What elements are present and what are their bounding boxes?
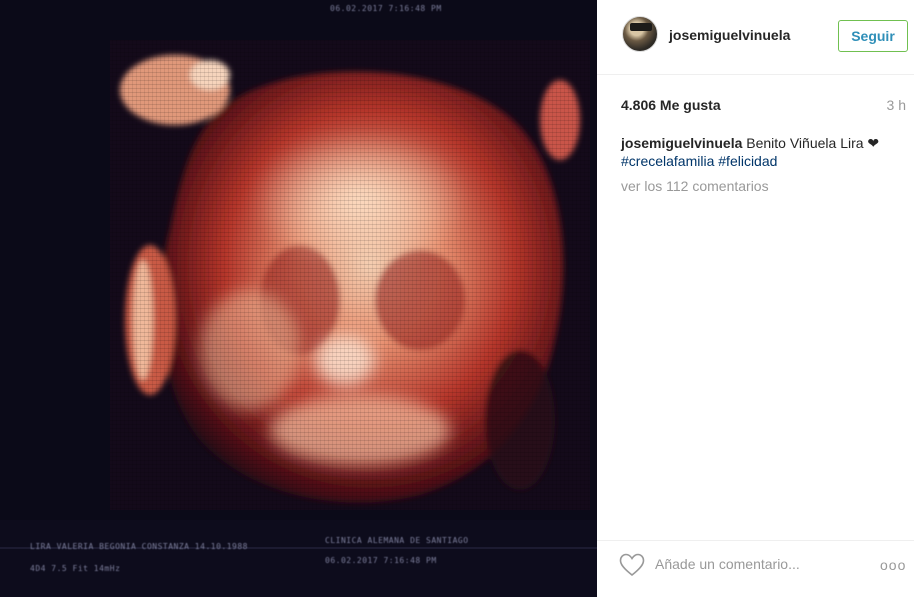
caption: josemiguelvinuela Benito Viñuela Lira ❤ … bbox=[621, 134, 906, 170]
hashtag-felicidad[interactable]: #felicidad bbox=[718, 153, 777, 169]
more-options-icon[interactable]: ooo bbox=[880, 557, 906, 573]
header-username[interactable]: josemiguelvinuela bbox=[669, 27, 790, 43]
post-header: josemiguelvinuela Seguir bbox=[597, 0, 914, 75]
follow-button[interactable]: Seguir bbox=[838, 20, 908, 52]
caption-username[interactable]: josemiguelvinuela bbox=[621, 135, 742, 151]
scan-patient-line: LIRA VALERIA BEGONIA CONSTANZA 14.10.198… bbox=[30, 542, 248, 551]
post-details-panel: josemiguelvinuela Seguir 4.806 Me gusta … bbox=[597, 0, 914, 597]
hashtag-crecelafamilia[interactable]: #crecelafamilia bbox=[621, 153, 714, 169]
like-heart-icon[interactable] bbox=[619, 553, 645, 577]
likes-count[interactable]: 4.806 Me gusta bbox=[621, 97, 721, 113]
scan-probe-info: 4D4 7.5 Fit 14mHz bbox=[30, 564, 121, 573]
post-image[interactable]: 06.02.2017 7:16:48 PM LIRA VALERIA BEGON… bbox=[0, 0, 597, 597]
comment-input[interactable] bbox=[655, 553, 855, 575]
post-time[interactable]: 3 h bbox=[887, 97, 906, 113]
scan-clinic-line: CLINICA ALEMANA DE SANTIAGO bbox=[325, 536, 469, 545]
scan-timestamp-bottom: 06.02.2017 7:16:48 PM bbox=[325, 556, 437, 565]
ultrasound-image bbox=[0, 0, 597, 597]
view-comments-link[interactable]: ver los 112 comentarios bbox=[621, 178, 769, 194]
caption-text: Benito Viñuela Lira ❤ bbox=[742, 135, 880, 151]
avatar[interactable] bbox=[622, 16, 658, 52]
scan-timestamp-top: 06.02.2017 7:16:48 PM bbox=[330, 4, 442, 13]
comment-bar: ooo bbox=[597, 540, 914, 597]
